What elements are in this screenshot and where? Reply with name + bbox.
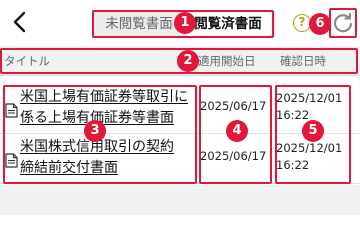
annotation-badge: 5: [302, 120, 324, 142]
annotation-frame-refresh: [329, 8, 357, 38]
annotation-badge: 6: [309, 13, 331, 35]
back-button[interactable]: [6, 8, 34, 36]
annotation-badge: 2: [177, 50, 199, 72]
chevron-left-icon: [13, 11, 26, 33]
annotation-badge: 1: [174, 12, 196, 34]
annotation-badge: 4: [226, 120, 248, 142]
list-footer: [0, 185, 360, 215]
annotation-badge: 3: [84, 120, 106, 142]
